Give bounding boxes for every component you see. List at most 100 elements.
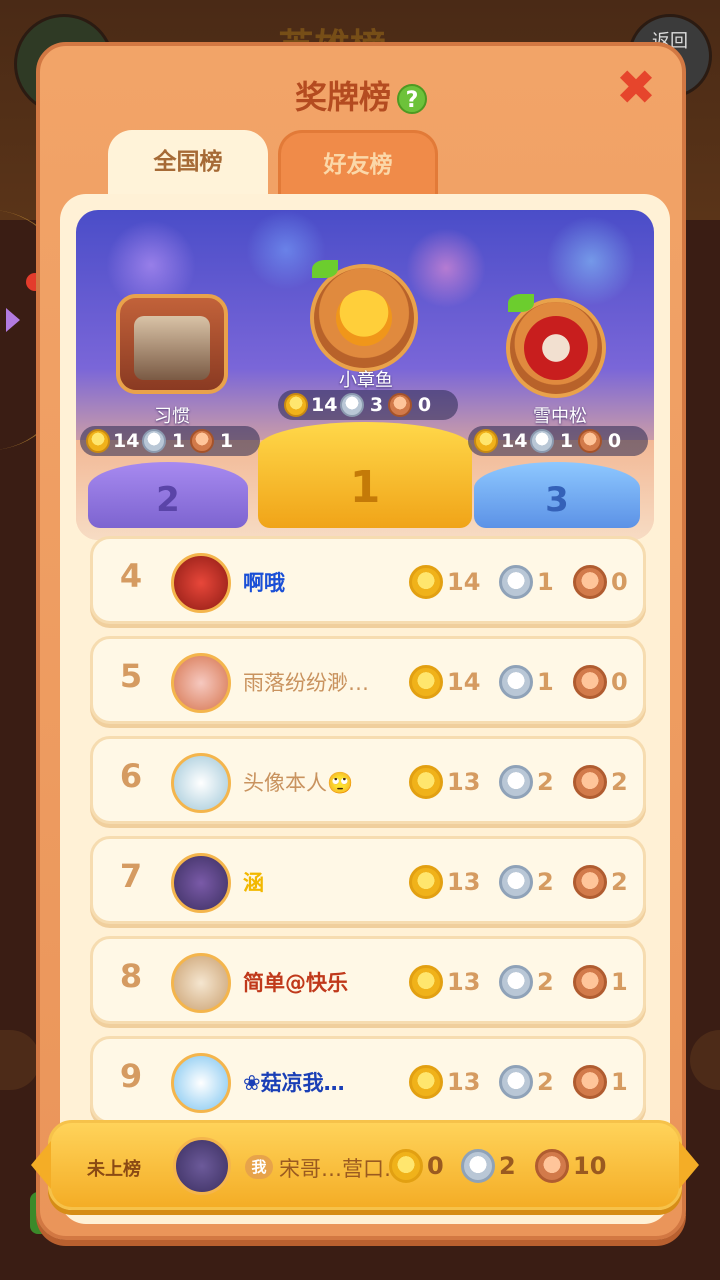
- second-place-medals: 14 1 1: [80, 426, 260, 456]
- bronze-count: 2: [611, 768, 628, 796]
- player-avatar: [171, 753, 231, 813]
- first-place-name: 小章鱼: [339, 370, 393, 391]
- player-avatar: [171, 653, 231, 713]
- silver-count: 2: [537, 768, 554, 796]
- silver-medal-icon: [142, 429, 167, 453]
- silver-medal-icon: [499, 765, 533, 799]
- background-arrow-icon: [6, 308, 20, 332]
- close-icon[interactable]: ✖: [614, 64, 658, 112]
- second-place-avatar[interactable]: [116, 294, 228, 394]
- bronze-medal-icon: [573, 1065, 607, 1099]
- leaf-icon: [312, 260, 338, 278]
- bronze-medal-icon: [573, 665, 607, 699]
- silver-count: 1: [537, 568, 554, 596]
- leaderboard-row-7[interactable]: 7 涵 13 2 2: [90, 836, 646, 924]
- medal-counts: 13 2 1: [409, 1065, 649, 1101]
- player-avatar: [171, 1053, 231, 1113]
- podium-number-1: 1: [349, 462, 381, 513]
- silver-medal-icon: [499, 665, 533, 699]
- photo-avatar: [134, 316, 210, 380]
- second-place-name: 习惯: [154, 406, 190, 427]
- gold-count: 0: [427, 1152, 444, 1180]
- leaderboard-row-4[interactable]: 4 啊哦 14 1 0: [90, 536, 646, 624]
- silver-medal-icon: [530, 429, 555, 453]
- rank-number: 6: [119, 757, 143, 795]
- leaderboard-row-5[interactable]: 5 雨落纷纷渺… 14 1 0: [90, 636, 646, 724]
- podium-number-3: 3: [545, 480, 569, 520]
- self-rank-bar[interactable]: 未上榜 我 宋哥…营口… 0 2 10: [31, 1120, 699, 1210]
- player-avatar: [171, 853, 231, 913]
- rank-number: 5: [119, 657, 143, 695]
- player-avatar: [171, 553, 231, 613]
- me-badge: 我: [245, 1155, 273, 1179]
- podium-second: 2: [88, 462, 248, 528]
- first-place-medals: 14 3 0: [278, 390, 458, 420]
- medal-counts: 13 2 1: [409, 965, 649, 1001]
- medal-leaderboard-dialog: 奖牌榜? ✖ 全国榜 好友榜 2 1 3 小章鱼 14 3 0 习惯 14 1 …: [31, 42, 699, 1240]
- gold-medal-icon: [284, 393, 308, 417]
- bronze-medal-icon: [573, 965, 607, 999]
- player-name: 简单@快乐: [243, 971, 348, 995]
- self-rank-status: 未上榜: [87, 1159, 141, 1180]
- player-name: ❀菇凉我…: [243, 1071, 345, 1095]
- silver-medal-icon: [499, 1065, 533, 1099]
- gold-count: 13: [447, 768, 481, 796]
- gold-count: 13: [447, 1068, 481, 1096]
- player-name: 雨落纷纷渺…: [243, 671, 369, 695]
- gold-medal-icon: [409, 565, 443, 599]
- gold-count: 13: [447, 868, 481, 896]
- podium-number-2: 2: [156, 480, 180, 520]
- gold-count: 13: [447, 968, 481, 996]
- medal-counts: 14 1 0: [409, 565, 649, 601]
- help-icon[interactable]: ?: [397, 84, 427, 114]
- rank-number: 7: [119, 857, 143, 895]
- rank-number: 8: [119, 957, 143, 995]
- third-place-medals: 14 1 0: [468, 426, 648, 456]
- bronze-count: 1: [611, 1068, 628, 1096]
- gold-count: 14: [501, 430, 528, 452]
- silver-count: 2: [537, 868, 554, 896]
- rank-number: 4: [119, 557, 143, 595]
- first-place-avatar[interactable]: [310, 264, 418, 372]
- bronze-medal-icon: [535, 1149, 569, 1183]
- gold-count: 14: [113, 430, 140, 452]
- bronze-count: 0: [611, 668, 628, 696]
- dialog-title-text: 奖牌榜: [294, 78, 391, 116]
- tab-national[interactable]: 全国榜: [108, 130, 268, 198]
- silver-count: 1: [537, 668, 554, 696]
- silver-count: 1: [171, 430, 186, 452]
- rank-number: 9: [119, 1057, 143, 1095]
- silver-medal-icon: [340, 393, 365, 417]
- tab-friends[interactable]: 好友榜: [278, 130, 438, 198]
- silver-medal-icon: [461, 1149, 495, 1183]
- bronze-count: 10: [573, 1152, 607, 1180]
- gold-medal-icon: [86, 429, 110, 453]
- bronze-count: 0: [611, 568, 628, 596]
- sunflower-avatar-icon: [336, 290, 392, 346]
- leaderboard-row-9[interactable]: 9 ❀菇凉我… 13 2 1: [90, 1036, 646, 1124]
- third-place-avatar[interactable]: [506, 298, 606, 398]
- podium-third: 3: [474, 462, 640, 528]
- bronze-medal-icon: [573, 765, 607, 799]
- background-decoration-left: [0, 1030, 40, 1090]
- silver-medal-icon: [499, 965, 533, 999]
- podium-first: 1: [258, 422, 472, 528]
- silver-count: 2: [499, 1152, 516, 1180]
- bronze-medal-icon: [190, 429, 215, 453]
- gold-medal-icon: [409, 965, 443, 999]
- gold-count: 14: [447, 568, 481, 596]
- bronze-count: 1: [611, 968, 628, 996]
- player-name: 涵: [243, 871, 264, 895]
- gold-count: 14: [447, 668, 481, 696]
- firework-decoration: [546, 216, 636, 306]
- medal-counts: 13 2 2: [409, 865, 649, 901]
- leaderboard-row-8[interactable]: 8 简单@快乐 13 2 1: [90, 936, 646, 1024]
- self-medal-counts: 0 2 10: [389, 1149, 669, 1185]
- player-name: 头像本人🙄: [243, 771, 354, 795]
- leaderboard-row-6[interactable]: 6 头像本人🙄 13 2 2: [90, 736, 646, 824]
- third-place-name: 雪中松: [533, 406, 587, 427]
- medal-counts: 13 2 2: [409, 765, 649, 801]
- gold-medal-icon: [409, 665, 443, 699]
- silver-medal-icon: [499, 865, 533, 899]
- self-avatar: [173, 1137, 231, 1195]
